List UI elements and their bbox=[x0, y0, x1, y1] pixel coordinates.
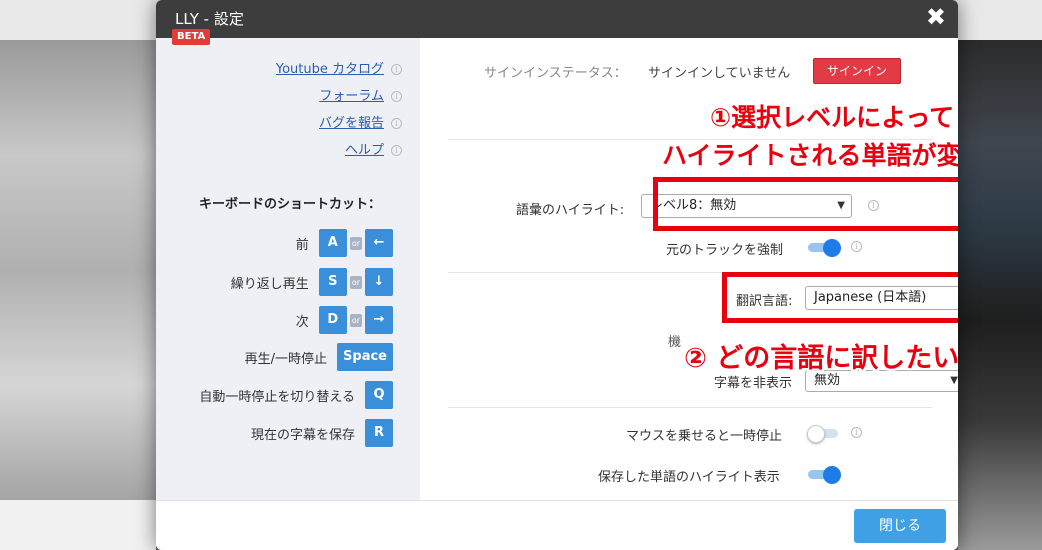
beta-badge: BETA bbox=[172, 29, 211, 45]
info-icon: i bbox=[851, 427, 862, 438]
force-original-track-label: 元のトラックを強制 bbox=[666, 243, 784, 258]
annotation-box-translation-language bbox=[722, 272, 958, 323]
info-icon: i bbox=[391, 64, 402, 75]
key-s: S bbox=[318, 268, 347, 296]
vocab-highlight-label: 語彙のハイライト: bbox=[516, 203, 625, 218]
key-a: A bbox=[318, 229, 347, 257]
shortcut-row-next: 次 D or → bbox=[296, 306, 393, 334]
pause-on-hover-toggle[interactable] bbox=[807, 425, 840, 443]
key-q: Q bbox=[365, 381, 393, 409]
sidebar-panel: Youtube カタログ i フォーラム i バグを報告 i ヘルプ i キーボードのシ… bbox=[156, 38, 420, 500]
sidebar-link-row: フォーラム i bbox=[319, 85, 402, 104]
youtube-catalog-link[interactable]: Youtube カタログ bbox=[276, 62, 384, 77]
signin-button[interactable]: サインイン bbox=[813, 58, 901, 84]
shortcut-row-repeat: 繰り返し再生 S or ↓ bbox=[231, 268, 393, 296]
or-separator: or bbox=[349, 275, 362, 289]
background-tile bbox=[958, 40, 1042, 550]
help-link[interactable]: ヘルプ bbox=[345, 143, 384, 158]
info-icon: i bbox=[391, 145, 402, 156]
key-arrow-left: ← bbox=[365, 229, 393, 257]
sidebar-link-row: ヘルプ i bbox=[345, 139, 402, 158]
annotation-note-1-line-1: ①選択レベルによって bbox=[710, 103, 955, 132]
shortcut-label: 前 bbox=[295, 237, 309, 253]
key-d: D bbox=[318, 306, 347, 334]
close-icon[interactable]: ✖ bbox=[926, 3, 946, 31]
dialog-footer: 閉じる bbox=[156, 500, 958, 550]
info-icon: i bbox=[851, 241, 862, 252]
close-button[interactable]: 閉じる bbox=[854, 509, 946, 543]
divider bbox=[448, 407, 932, 408]
hide-subtitles-value: 無効 bbox=[814, 373, 841, 388]
saved-words-highlight-toggle[interactable] bbox=[808, 466, 841, 484]
shortcut-row-save-subtitle: 現在の字幕を保存 R bbox=[251, 419, 393, 447]
annotation-box-vocab-highlight bbox=[653, 177, 958, 231]
dialog-title: LLY - 設定 bbox=[175, 10, 244, 28]
shortcut-row-play-pause: 再生/一時停止 Space bbox=[245, 343, 393, 371]
or-separator: or bbox=[349, 236, 362, 250]
background-tile bbox=[0, 500, 156, 550]
shortcut-label: 再生/一時停止 bbox=[244, 351, 328, 367]
key-arrow-right: → bbox=[365, 306, 393, 334]
shortcut-label: 自動一時停止を切り替える bbox=[199, 389, 355, 405]
shortcuts-title: キーボードのショートカット： bbox=[199, 197, 382, 212]
background-tile bbox=[0, 40, 156, 500]
toggle-knob bbox=[807, 425, 825, 443]
key-r: R bbox=[365, 419, 393, 447]
shortcut-label: 現在の字幕を保存 bbox=[250, 427, 355, 443]
info-icon: i bbox=[391, 118, 402, 129]
annotation-note-1-line-2: ハイライトされる単語が変わる bbox=[662, 141, 958, 170]
key-arrow-down: ↓ bbox=[365, 268, 393, 296]
toggle-knob bbox=[823, 466, 841, 484]
signin-status-value: サインインしていません bbox=[648, 66, 791, 81]
partially-hidden-label: 機 bbox=[668, 335, 682, 350]
report-bug-link[interactable]: バグを報告 bbox=[319, 116, 384, 131]
settings-dialog: LLY - 設定 ✖ Youtube カタログ i フォーラム i バグを報告 i ヘ… bbox=[156, 0, 958, 550]
shortcut-label: 繰り返し再生 bbox=[230, 276, 309, 292]
forum-link[interactable]: フォーラム bbox=[319, 89, 384, 104]
or-separator: or bbox=[349, 313, 362, 327]
force-original-track-toggle[interactable] bbox=[808, 239, 841, 257]
info-icon: i bbox=[391, 91, 402, 102]
pause-on-hover-label: マウスを乗せると一時停止 bbox=[626, 429, 783, 444]
sidebar-link-row: Youtube カタログ i bbox=[276, 58, 402, 77]
key-space: Space bbox=[337, 343, 393, 371]
signin-status-label: サインインステータス： bbox=[484, 66, 627, 81]
settings-panel: サインインステータス： サインインしていません サインイン 語彙のハイライト: … bbox=[420, 38, 958, 500]
shortcut-row-previous: 前 A or ← bbox=[296, 229, 393, 257]
shortcut-label: 次 bbox=[295, 314, 309, 330]
shortcut-row-auto-pause: 自動一時停止を切り替える Q bbox=[199, 381, 393, 409]
saved-words-highlight-label: 保存した単語のハイライト表示 bbox=[598, 470, 780, 485]
annotation-note-2: ② どの言語に訳したいか bbox=[684, 343, 958, 374]
dialog-titlebar: LLY - 設定 ✖ bbox=[156, 0, 958, 38]
sidebar-link-row: バグを報告 i bbox=[319, 112, 402, 131]
toggle-knob bbox=[823, 239, 841, 257]
